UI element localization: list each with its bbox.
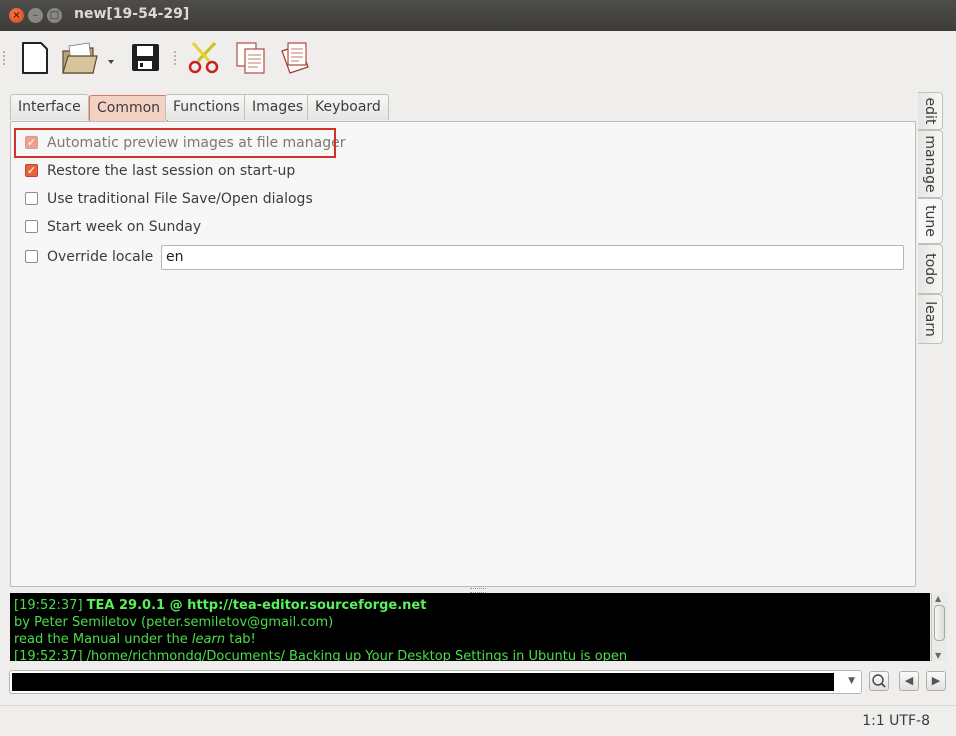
traditional-dialogs-label: Use traditional File Save/Open dialogs [47, 191, 313, 207]
cursor-position-encoding: 1:1 UTF-8 [862, 713, 930, 729]
cut-icon [188, 41, 219, 74]
copy-button[interactable] [234, 39, 272, 77]
log-output: [19:52:37] TEA 29.0.1 @ http://tea-edito… [10, 593, 930, 661]
tab-interface[interactable]: Interface [10, 94, 89, 120]
restore-session-checkbox[interactable]: ✓ [25, 164, 38, 177]
common-settings-panel: ✓ Automatic preview images at file manag… [10, 121, 916, 587]
maximize-window-button[interactable]: □ [47, 8, 62, 23]
tab-functions[interactable]: Functions [165, 94, 248, 120]
override-locale-label: Override locale [47, 249, 154, 265]
chevron-down-icon[interactable]: ▼ [848, 676, 855, 686]
paste-icon [281, 42, 309, 74]
minimize-window-button[interactable]: – [28, 8, 43, 23]
log-line: read the Manual under the learn tab! [14, 632, 256, 647]
week-sunday-label: Start week on Sunday [47, 219, 202, 235]
log-line: [19:52:37] TEA 29.0.1 @ http://tea-edito… [14, 598, 427, 613]
log-line: by Peter Semiletov (peter.semiletov@gmai… [14, 615, 334, 630]
title-bar: × – □ new[19-54-29] [0, 0, 956, 31]
main-toolbar [0, 31, 956, 89]
cut-button[interactable] [185, 39, 223, 77]
traditional-dialogs-checkbox[interactable] [25, 192, 38, 205]
command-combobox[interactable]: ▼ [9, 670, 862, 694]
scroll-thumb[interactable] [934, 605, 945, 641]
find-button[interactable] [869, 671, 889, 691]
log-line: [19:52:37] /home/richmondg/Documents/ Ba… [14, 649, 628, 661]
window-title: new[19-54-29] [74, 6, 190, 22]
save-file-button[interactable] [127, 39, 165, 77]
open-folder-icon [62, 42, 114, 74]
close-window-button[interactable]: × [9, 8, 24, 23]
override-locale-checkbox[interactable] [25, 250, 38, 263]
side-tab-manage[interactable]: manage [918, 130, 943, 198]
tab-images[interactable]: Images [244, 94, 312, 120]
side-tab-edit[interactable]: edit [918, 92, 943, 130]
tab-common[interactable]: Common [89, 95, 169, 121]
new-file-icon [22, 42, 48, 74]
arrow-left-icon: ◀ [904, 674, 914, 687]
status-bar: 1:1 UTF-8 [0, 705, 956, 736]
toolbar-separator [174, 51, 178, 65]
paste-button[interactable] [278, 39, 316, 77]
find-icon [872, 674, 886, 688]
arrow-right-icon: ▶ [931, 674, 941, 687]
copy-icon [236, 42, 265, 74]
restore-session-label: Restore the last session on start-up [47, 163, 296, 179]
locale-input[interactable]: en [161, 245, 904, 270]
command-input[interactable] [12, 673, 834, 691]
find-previous-button[interactable]: ◀ [899, 671, 919, 691]
tab-keyboard[interactable]: Keyboard [307, 94, 389, 120]
log-app-version: TEA 29.0.1 @ http://tea-editor.sourcefor… [86, 598, 427, 613]
side-tab-learn[interactable]: learn [918, 294, 943, 344]
log-scrollbar[interactable]: ▲ ▼ [931, 593, 947, 661]
chevron-down-icon [108, 60, 114, 64]
side-tab-tune[interactable]: tune [918, 198, 943, 244]
highlight-box [14, 128, 336, 158]
toolbar-grip[interactable] [3, 51, 7, 65]
save-icon [132, 44, 159, 71]
find-next-button[interactable]: ▶ [926, 671, 946, 691]
side-tab-todo[interactable]: todo [918, 244, 943, 294]
scroll-down-icon[interactable]: ▼ [935, 651, 941, 660]
open-file-button[interactable] [60, 39, 116, 77]
scroll-up-icon[interactable]: ▲ [935, 594, 941, 603]
new-file-button[interactable] [16, 39, 54, 77]
week-sunday-checkbox[interactable] [25, 220, 38, 233]
